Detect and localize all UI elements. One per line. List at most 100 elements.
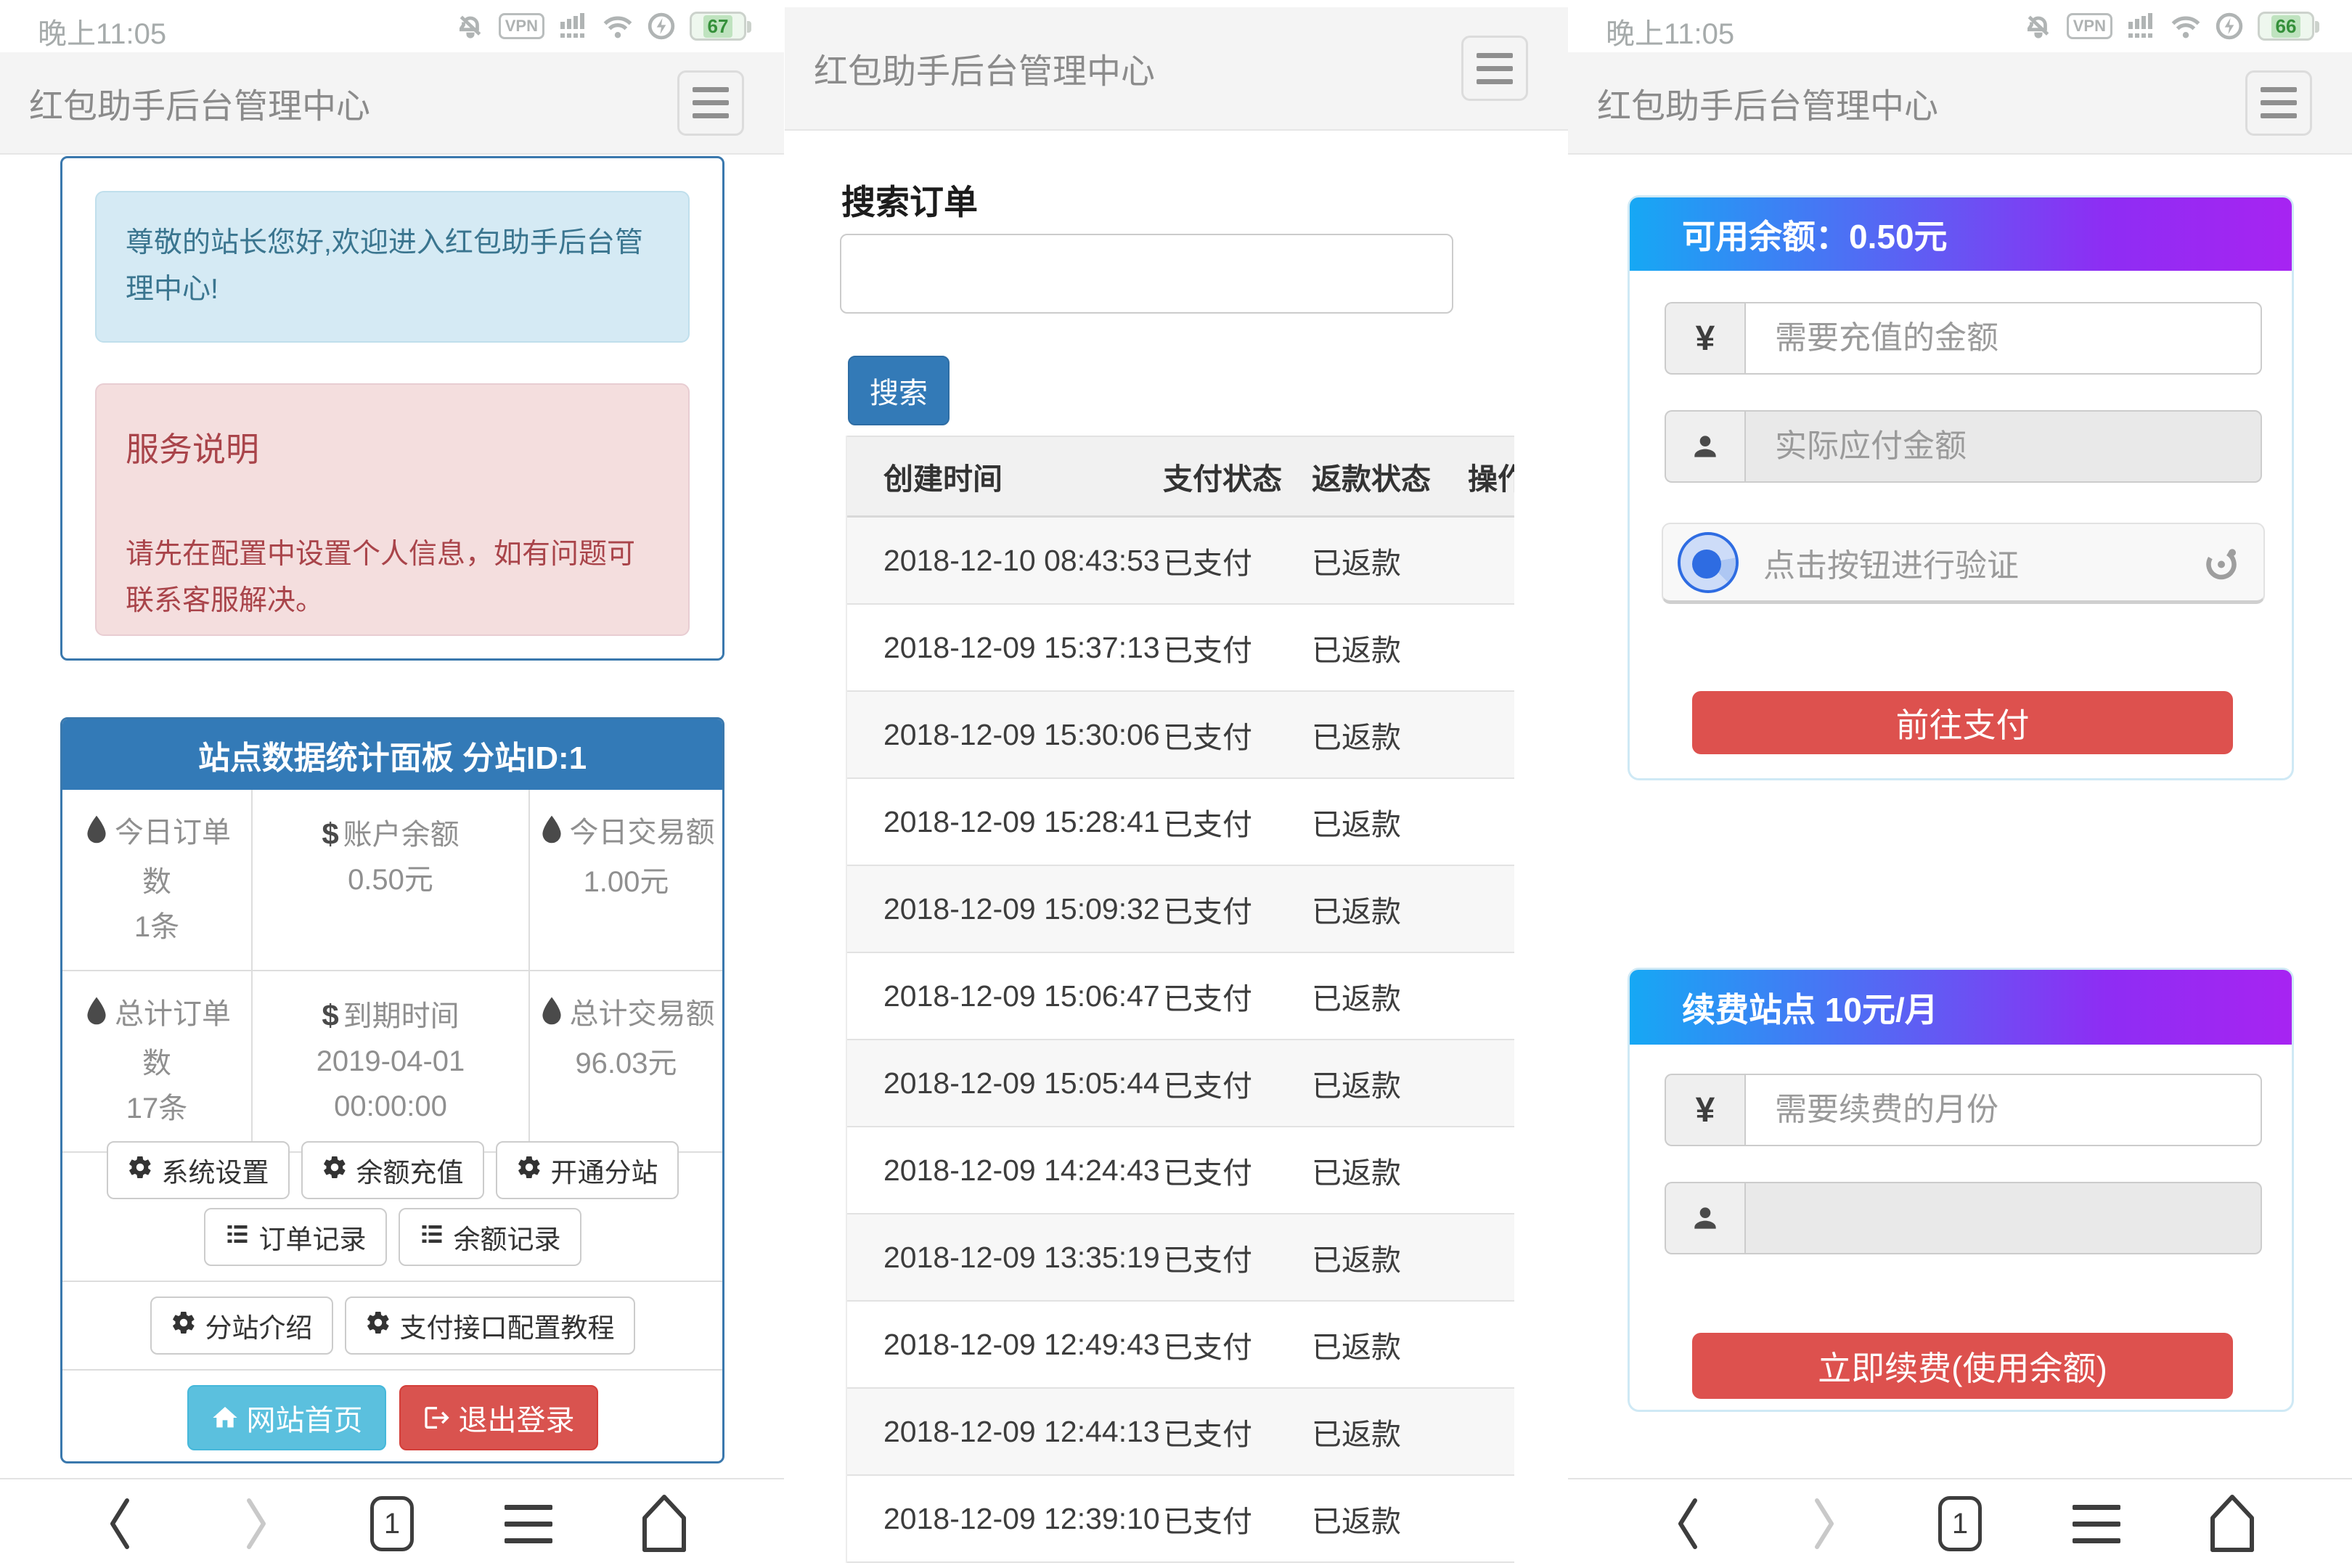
vpn-icon: VPN — [2067, 13, 2112, 39]
home-icon — [211, 1403, 240, 1432]
clock: 晚上11:05 — [1606, 10, 1734, 52]
table-row[interactable]: 2018-12-09 15:06:47已支付已返款 — [847, 953, 1514, 1040]
order-created-time: 2018-12-09 12:44:13 — [847, 1415, 1163, 1449]
table-row[interactable]: 2018-12-09 14:24:43已支付已返款 — [847, 1127, 1514, 1214]
droplet-icon — [538, 996, 565, 1041]
order-pay-status: 已支付 — [1163, 974, 1312, 1018]
page-title: 红包助手后台管理中心 — [29, 78, 370, 128]
action-button[interactable]: 订单记录 — [204, 1208, 387, 1266]
table-row[interactable]: 2018-12-09 15:05:44已支付已返款 — [847, 1040, 1514, 1127]
power-saving-icon — [648, 12, 675, 40]
table-row[interactable]: 2018-12-09 12:49:43已支付已返款 — [847, 1302, 1514, 1389]
table-row[interactable]: 2018-12-09 15:09:32已支付已返款 — [847, 866, 1514, 953]
action-button[interactable]: 余额记录 — [399, 1208, 581, 1266]
gear-icon — [127, 1154, 153, 1187]
divider — [62, 1369, 722, 1371]
search-input[interactable] — [840, 234, 1453, 314]
page-title: 红包助手后台管理中心 — [1597, 78, 1938, 128]
droplet-icon — [538, 814, 565, 859]
renew-card: 续费站点 10元/月 ¥ 立即续费(使用余额) — [1628, 968, 2294, 1412]
renew-months-input[interactable] — [1744, 1074, 2262, 1146]
service-alert: 服务说明 请先在配置中设置个人信息，如有问题可联系客服解决。 — [95, 383, 690, 636]
order-created-time: 2018-12-09 14:24:43 — [847, 1153, 1163, 1188]
hamburger-menu-button[interactable] — [677, 70, 744, 136]
order-pay-status: 已支付 — [1163, 1061, 1312, 1105]
action-button[interactable]: 开通分站 — [496, 1141, 679, 1199]
nav-menu-button[interactable] — [496, 1491, 561, 1556]
recharge-amount-input[interactable] — [1744, 302, 2262, 375]
table-row[interactable]: 2018-12-09 15:28:41已支付已返款 — [847, 779, 1514, 866]
action-button[interactable]: 支付接口配置教程 — [345, 1297, 635, 1355]
gear-icon — [516, 1154, 542, 1187]
browser-nav-bar: 1 — [0, 1478, 784, 1568]
stats-panel-title: 站点数据统计面板 分站ID:1 — [62, 719, 722, 790]
action-button[interactable]: 余额充值 — [301, 1141, 484, 1199]
orders-table: 创建时间支付状态返款状态操作 2018-12-10 08:43:53已支付已返款… — [846, 436, 1514, 1568]
droplet-icon — [83, 996, 110, 1041]
order-refund-status: 已返款 — [1312, 1061, 1457, 1105]
table-row[interactable]: 2018-12-09 13:35:19已支付已返款 — [847, 1214, 1514, 1302]
order-pay-status: 已支付 — [1163, 887, 1312, 931]
stat-cell: 总计交易额96.03元 — [530, 971, 722, 1153]
order-pay-status: 已支付 — [1163, 1410, 1312, 1453]
gear-icon — [171, 1310, 197, 1342]
hamburger-menu-button[interactable] — [2245, 70, 2312, 136]
renew-now-button[interactable]: 立即续费(使用余额) — [1692, 1333, 2233, 1399]
orders-table-header: 创建时间支付状态返款状态操作 — [847, 436, 1514, 518]
table-row[interactable]: 2018-12-09 12:44:13已支付已返款 — [847, 1389, 1514, 1476]
stat-value: 0.50元 — [260, 857, 521, 902]
table-row[interactable]: 2018-12-09 15:37:13已支付已返款 — [847, 605, 1514, 692]
nav-forward-button[interactable] — [224, 1491, 289, 1556]
order-refund-status: 已返款 — [1312, 974, 1457, 1018]
status-bar: 晚上11:05 VPN 67 — [0, 0, 784, 52]
nav-tabs-button[interactable]: 1 — [1927, 1491, 1993, 1556]
balance-card-title: 可用余额：0.50元 — [1630, 197, 2292, 271]
table-row[interactable]: 2018-12-10 08:43:53已支付已返款 — [847, 518, 1514, 605]
gear-icon — [365, 1310, 391, 1342]
order-created-time: 2018-12-09 15:06:47 — [847, 979, 1163, 1013]
action-button[interactable]: 分站介绍 — [150, 1297, 333, 1355]
signal-icon — [2127, 12, 2156, 41]
stat-label: 总计交易额 — [570, 998, 715, 1030]
person-icon — [1665, 1182, 1744, 1254]
app-header: 红包助手后台管理中心 — [1568, 52, 2352, 155]
gear-icon — [322, 1154, 348, 1187]
site-home-button[interactable]: 网站首页 — [187, 1385, 386, 1450]
nav-back-button[interactable] — [87, 1491, 152, 1556]
order-created-time: 2018-12-09 15:28:41 — [847, 805, 1163, 839]
table-row[interactable]: 2018-12-09 15:30:06已支付已返款 — [847, 692, 1514, 779]
nav-tabs-button[interactable]: 1 — [359, 1491, 425, 1556]
nav-menu-button[interactable] — [2064, 1491, 2129, 1556]
orders-table-body: 2018-12-10 08:43:53已支付已返款2018-12-09 15:3… — [847, 518, 1514, 1563]
captcha-refresh-icon[interactable] — [2200, 541, 2243, 584]
page-title: 红包助手后台管理中心 — [814, 44, 1155, 94]
panel-dashboard: 晚上11:05 VPN 67 红包助手后台管理中心 尊敬的站长您好,欢迎进入红包… — [0, 0, 784, 1568]
captcha-verify-icon[interactable] — [1678, 532, 1739, 593]
status-bar: 晚上11:05 VPN 66 — [1568, 0, 2352, 52]
welcome-panel: 尊敬的站长您好,欢迎进入红包助手后台管理中心! 服务说明 请先在配置中设置个人信… — [60, 156, 724, 661]
order-pay-status: 已支付 — [1163, 1148, 1312, 1192]
hamburger-menu-button[interactable] — [1461, 36, 1528, 101]
logout-button[interactable]: 退出登录 — [399, 1385, 598, 1450]
stat-cell: 今日订单数1条 — [62, 790, 253, 971]
nav-home-button[interactable] — [632, 1491, 697, 1556]
order-refund-status: 已返款 — [1312, 887, 1457, 931]
renew-months-group: ¥ — [1665, 1074, 2262, 1146]
nav-forward-button[interactable] — [1792, 1491, 1857, 1556]
nav-back-button[interactable] — [1655, 1491, 1720, 1556]
bell-muted-icon — [2025, 12, 2052, 40]
renew-account-input — [1744, 1182, 2262, 1254]
column-header: 操作 — [1457, 454, 1514, 498]
nav-home-button[interactable] — [2200, 1491, 2265, 1556]
stat-value: 1条 — [70, 905, 244, 950]
order-refund-status: 已返款 — [1312, 626, 1457, 669]
power-saving-icon — [2216, 12, 2243, 40]
order-refund-status: 已返款 — [1312, 1148, 1457, 1192]
search-button[interactable]: 搜索 — [848, 356, 950, 425]
go-pay-button[interactable]: 前往支付 — [1692, 691, 2233, 754]
captcha-widget[interactable]: 点击按钮进行验证 — [1662, 523, 2265, 604]
stat-cell: $到期时间2019-04-01 00:00:00 — [253, 971, 530, 1153]
action-button[interactable]: 系统设置 — [107, 1141, 290, 1199]
table-row[interactable]: 2018-12-09 12:39:10已支付已返款 — [847, 1476, 1514, 1563]
stat-label: 账户余额 — [343, 819, 460, 851]
